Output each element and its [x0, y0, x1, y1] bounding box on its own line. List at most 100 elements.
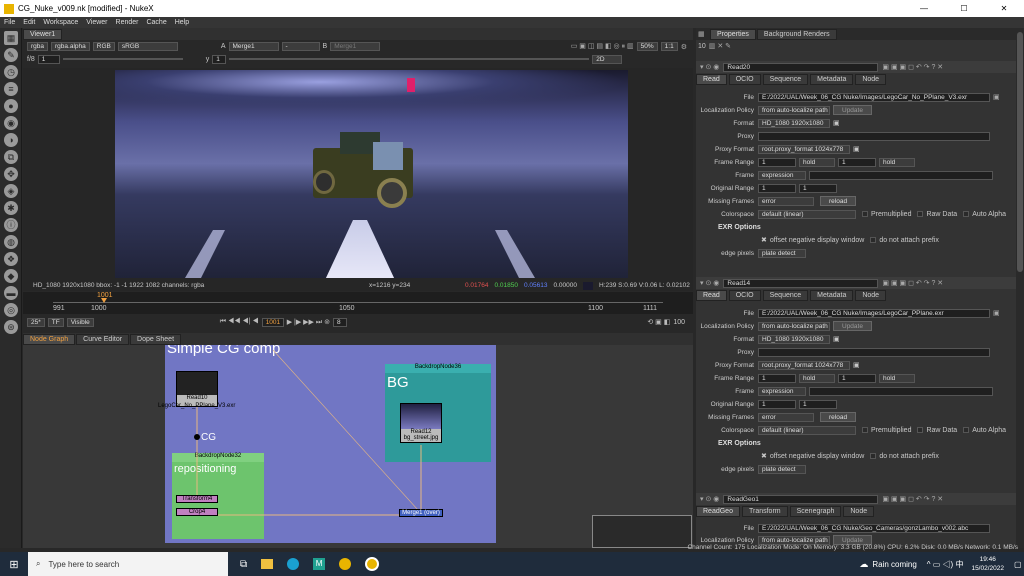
keyer-tool-icon[interactable]: ◑ — [4, 133, 18, 147]
menu-viewer[interactable]: Viewer — [86, 19, 107, 26]
read20-orig-start[interactable]: 1 — [758, 183, 796, 193]
read14-format-dropdown[interactable]: HD_1080 1920x1080 — [758, 334, 830, 344]
clock[interactable]: 19:46 15/02/2022 — [971, 555, 1004, 573]
read14-tab-sequence[interactable]: Sequence — [762, 289, 809, 301]
read20-localization-dropdown[interactable]: from auto-localize path — [758, 105, 830, 115]
tab-curve-editor[interactable]: Curve Editor — [76, 333, 130, 345]
channel-tool-icon[interactable]: ≡ — [4, 82, 18, 96]
readgeo-tab-node[interactable]: Node — [843, 505, 875, 517]
format-edit-icon[interactable]: ▣ — [833, 119, 840, 127]
first-frame-icon[interactable]: ⏮ ◀◀ ◀| ◀ — [220, 318, 259, 326]
play-forward-icon[interactable]: ▶ |▶ ▶▶ ⏭ ⊚ — [287, 318, 330, 327]
read20-update-button[interactable]: Update — [833, 105, 872, 115]
menu-help[interactable]: Help — [175, 19, 189, 26]
tab-viewer1[interactable]: Viewer1 — [23, 28, 63, 40]
read14-tab-read[interactable]: Read — [696, 289, 727, 301]
menu-cache[interactable]: Cache — [146, 19, 166, 26]
maya-icon[interactable]: M — [313, 558, 326, 570]
read20-tab-sequence[interactable]: Sequence — [762, 73, 809, 85]
read20-tab-read[interactable]: Read — [696, 73, 727, 85]
readgeo-file-field[interactable]: E:/2022/UAL/Week_06_CG Nuke/Geo_Cameras/… — [758, 523, 990, 533]
compare-dropdown[interactable]: - — [281, 42, 320, 51]
other-tool-icon[interactable]: ▬ — [4, 286, 18, 300]
fps-dropdown[interactable]: 25* — [27, 317, 45, 327]
view-mode-dropdown[interactable]: 2D — [592, 54, 623, 64]
taskbar-search[interactable]: ⌕ Type here to search — [28, 552, 228, 576]
read20-edge-dropdown[interactable]: plate detect — [758, 248, 806, 258]
properties-scrollbar[interactable] — [1016, 28, 1024, 548]
read14-orig-end[interactable]: 1 — [799, 399, 837, 409]
read20-range-end[interactable]: 1 — [838, 157, 876, 167]
file-explorer-icon[interactable] — [261, 559, 274, 569]
read14-proxy-format-dropdown[interactable]: root.proxy_format 1024x778 — [758, 360, 850, 370]
tab-background-renders[interactable]: Background Renders — [756, 28, 837, 40]
readgeo-tab-transform[interactable]: Transform — [741, 505, 788, 517]
read14-hold-before[interactable]: hold — [799, 373, 835, 383]
color-tool-icon[interactable]: ● — [4, 99, 18, 113]
tab-node-graph[interactable]: Node Graph — [23, 333, 76, 345]
input-a-dropdown[interactable]: Merge1 — [228, 42, 279, 51]
read20-orig-end[interactable]: 1 — [799, 183, 837, 193]
loop-icon[interactable]: ⟲ ▣ ◧ — [647, 318, 670, 326]
properties-toolbar-icon[interactable]: ▥ ✕ ✎ — [709, 42, 731, 50]
readgeo-tab-scenegraph[interactable]: Scenegraph — [789, 505, 842, 517]
read20-hold-after[interactable]: hold — [879, 157, 915, 167]
proxy-format-edit-icon[interactable]: ▣ — [853, 361, 860, 369]
read14-frame-field[interactable] — [809, 386, 993, 396]
merge-tool-icon[interactable]: ⧉ — [4, 150, 18, 164]
read20-reload-button[interactable]: reload — [820, 196, 857, 206]
edge-browser-icon[interactable] — [287, 558, 300, 570]
timeline[interactable]: 991 1000 1001 1050 1100 1111 — [23, 292, 693, 314]
step-field[interactable]: 8 — [332, 317, 347, 327]
merge-node[interactable]: Merge1 (over) — [399, 509, 443, 517]
node-graph[interactable]: Simple CG comp BackdropNode36 BG Backdro… — [23, 345, 693, 548]
tab-dope-sheet[interactable]: Dope Sheet — [130, 333, 182, 345]
menu-workspace[interactable]: Workspace — [43, 19, 78, 26]
input-b-dropdown[interactable]: Merge1 — [330, 42, 381, 51]
tf-dropdown[interactable]: TF — [47, 317, 64, 327]
filter-tool-icon[interactable]: ◉ — [4, 116, 18, 130]
ratio-dropdown[interactable]: 1:1 — [660, 42, 678, 51]
read20-missing-dropdown[interactable]: error — [758, 196, 814, 206]
windows-start-icon[interactable]: ⊞ — [0, 558, 28, 571]
read20-tab-node[interactable]: Node — [855, 73, 887, 85]
read20-raw-checkbox[interactable] — [917, 211, 924, 217]
notification-icon[interactable]: ▢ — [1014, 560, 1024, 569]
nuke-taskbar-icon[interactable] — [339, 558, 352, 570]
read14-localization-dropdown[interactable]: from auto-localize path — [758, 321, 830, 331]
transform-tool-icon[interactable]: ✥ — [4, 167, 18, 181]
frame-field[interactable]: 1 — [37, 54, 60, 64]
tab-properties[interactable]: Properties — [710, 28, 756, 40]
read20-offset-checkbox[interactable]: ✖ — [761, 236, 767, 244]
read20-hold-before[interactable]: hold — [799, 157, 835, 167]
nuke-logo-icon[interactable]: ⊛ — [4, 320, 18, 334]
read20-range-start[interactable]: 1 — [758, 157, 796, 167]
read20-frame-mode[interactable]: expression — [758, 170, 806, 180]
read14-autoalpha-checkbox[interactable] — [963, 427, 970, 433]
read14-range-end[interactable]: 1 — [838, 373, 876, 383]
display-dropdown[interactable]: RGB — [92, 42, 115, 51]
weather-text[interactable]: Rain coming — [872, 560, 916, 569]
readgeo-tab-readgeo[interactable]: ReadGeo — [696, 505, 740, 517]
furnace-tool-icon[interactable]: ◎ — [4, 303, 18, 317]
read20-premult-checkbox[interactable] — [862, 211, 868, 217]
read20-actions-icon[interactable]: ▣ ▣ ▣ ◻ ↶ ↷ ? ✕ — [882, 63, 943, 71]
menu-file[interactable]: File — [4, 19, 15, 26]
max-panels-field[interactable]: 10 — [698, 43, 706, 50]
readgeo-name-field[interactable]: ReadGeo1 — [723, 494, 879, 504]
weather-icon[interactable]: ☁ — [859, 559, 868, 570]
read14-raw-checkbox[interactable] — [917, 427, 924, 433]
viewer-settings-icon[interactable]: ⚙ — [681, 43, 687, 51]
alpha-dropdown[interactable]: rgba.alpha — [51, 42, 90, 51]
zoom-dropdown[interactable]: 50% — [636, 42, 658, 51]
read20-noprefix-checkbox[interactable] — [870, 237, 877, 243]
task-view-icon[interactable]: ⧉ — [240, 559, 247, 570]
read14-premult-checkbox[interactable] — [862, 427, 868, 433]
proxy-format-edit-icon[interactable]: ▣ — [853, 145, 860, 153]
read20-autoalpha-checkbox[interactable] — [963, 211, 970, 217]
read14-edge-dropdown[interactable]: plate detect — [758, 464, 806, 474]
panel-menu-icon[interactable]: ▦ — [698, 30, 708, 38]
maximize-button[interactable]: ☐ — [944, 4, 984, 13]
read14-missing-dropdown[interactable]: error — [758, 412, 814, 422]
read14-name-field[interactable]: Read14 — [723, 278, 879, 288]
